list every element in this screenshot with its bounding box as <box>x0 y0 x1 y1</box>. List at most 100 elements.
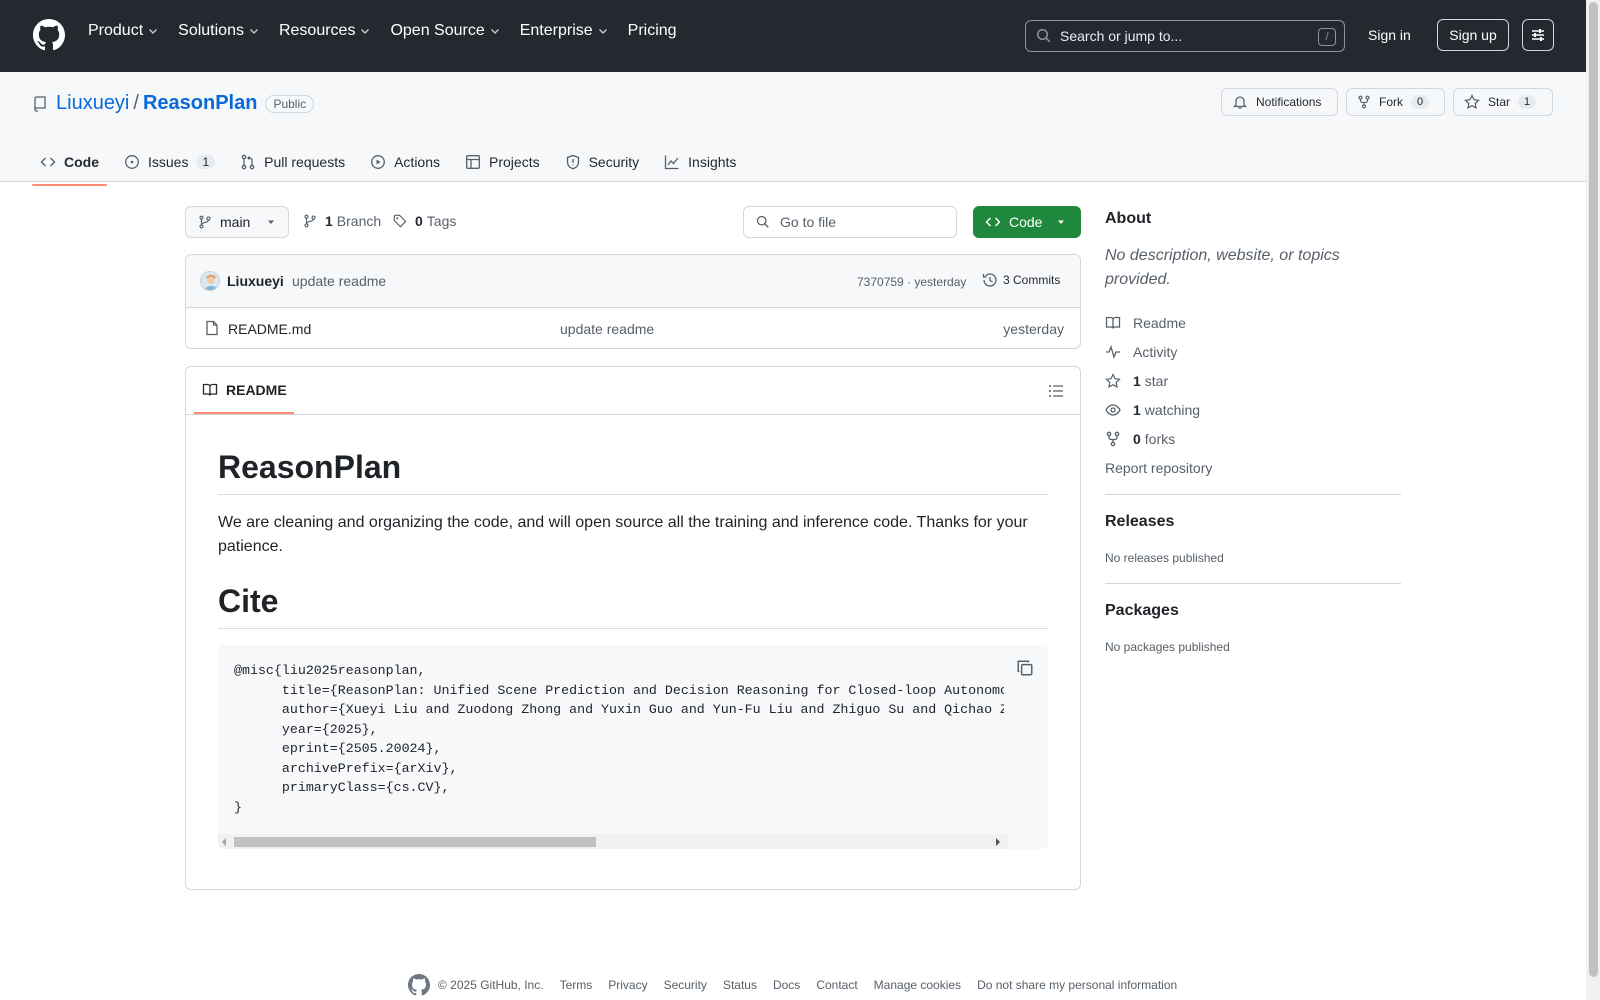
report-repository-link[interactable]: Report repository <box>1105 460 1401 476</box>
code-dropdown-button[interactable]: Code <box>973 206 1081 238</box>
eye-icon <box>1105 404 1121 416</box>
main-content: main 1 Branch 0 Tags Go to file Code Liu… <box>185 200 1081 890</box>
github-logo-icon[interactable] <box>33 19 65 51</box>
footer-copyright: © 2025 GitHub, Inc. <box>438 978 544 992</box>
repo-name-link[interactable]: ReasonPlan <box>143 92 257 115</box>
readme-paragraph: We are cleaning and organizing the code,… <box>218 514 1028 555</box>
commits-label: 3 Commits <box>1003 273 1061 287</box>
tab-label: Security <box>588 154 640 170</box>
list-icon[interactable] <box>1048 383 1064 399</box>
tab-insights[interactable]: Insights <box>656 142 744 182</box>
nav-product[interactable]: Product <box>88 22 159 40</box>
footer-link-contact[interactable]: Contact <box>816 978 857 992</box>
nav-open-source[interactable]: Open Source <box>390 22 500 40</box>
scroll-right-arrow[interactable] <box>996 838 1000 846</box>
go-to-file-placeholder: Go to file <box>780 214 837 230</box>
pulse-icon <box>1106 345 1120 359</box>
commit-hash-time[interactable]: 7370759 · yesterday <box>857 275 966 289</box>
releases-text: No releases published <box>1105 551 1224 565</box>
tag-count: 0 <box>415 213 423 229</box>
page-scrollbar[interactable] <box>1586 0 1600 1000</box>
visibility-badge: Public <box>265 94 315 113</box>
bell-icon <box>1232 96 1248 109</box>
nav-resources[interactable]: Resources <box>279 22 371 40</box>
file-list: Liuxueyi update readme 7370759 · yesterd… <box>185 254 1081 349</box>
repo-owner-link[interactable]: Liuxueyi <box>56 92 129 115</box>
readme-link[interactable]: Readme <box>1105 314 1401 332</box>
code-block: @misc{liu2025reasonplan, title={ReasonPl… <box>218 645 1048 849</box>
scrollbar-thumb[interactable] <box>1589 2 1598 977</box>
activity-link[interactable]: Activity <box>1105 343 1401 361</box>
footer-link-security[interactable]: Security <box>664 978 707 992</box>
copy-icon[interactable] <box>1016 659 1034 677</box>
sign-in-link[interactable]: Sign in <box>1368 27 1411 43</box>
issue-icon <box>125 155 139 169</box>
footer-link-manage-cookies[interactable]: Manage cookies <box>874 978 961 992</box>
settings-menu-button[interactable] <box>1522 19 1554 51</box>
readme-header: README <box>186 367 1080 415</box>
pull-request-icon <box>241 154 255 170</box>
code-scrollbar[interactable] <box>218 834 1008 849</box>
tab-issues[interactable]: Issues 1 <box>116 142 223 182</box>
commit-message[interactable]: update readme <box>292 273 386 289</box>
branch-selector[interactable]: main <box>185 206 289 238</box>
nav-pricing[interactable]: Pricing <box>628 22 677 40</box>
chevron-down-icon <box>149 29 158 34</box>
list-item: README.md update readme yesterday <box>186 308 1080 348</box>
star-icon <box>1464 94 1480 110</box>
activity-link-label: Activity <box>1133 344 1178 360</box>
code-icon <box>985 217 1001 227</box>
nav-enterprise[interactable]: Enterprise <box>520 22 609 40</box>
branch-name: main <box>220 214 251 230</box>
star-button[interactable]: Star 1 <box>1453 88 1553 116</box>
tags-link[interactable]: 0 Tags <box>393 213 456 229</box>
tab-label: Actions <box>394 154 441 170</box>
stars-link[interactable]: 1 star <box>1105 372 1401 390</box>
packages-heading[interactable]: Packages <box>1105 602 1401 620</box>
branch-icon <box>304 214 316 228</box>
readme-body: ReasonPlan We are cleaning and organizin… <box>186 449 1080 849</box>
divider <box>1105 583 1401 584</box>
search-placeholder: Search or jump to... <box>1060 28 1183 44</box>
tab-pull-requests[interactable]: Pull requests <box>232 142 353 182</box>
file-name[interactable]: README.md <box>228 321 311 337</box>
history-icon <box>982 273 997 287</box>
footer-link-privacy[interactable]: Privacy <box>608 978 647 992</box>
footer-link-status[interactable]: Status <box>723 978 757 992</box>
watching-link[interactable]: 1 watching <box>1105 401 1401 419</box>
forks-label: forks <box>1144 431 1176 447</box>
branches-link[interactable]: 1 Branch <box>303 213 381 229</box>
forks-link[interactable]: 0 forks <box>1105 430 1401 448</box>
nav-solutions[interactable]: Solutions <box>178 22 260 40</box>
sign-up-button[interactable]: Sign up <box>1437 19 1509 51</box>
table-icon <box>466 155 480 169</box>
search-input[interactable]: Search or jump to... / <box>1025 20 1345 52</box>
footer-link-do-not-share[interactable]: Do not share my personal information <box>977 978 1177 992</box>
file-commit-message[interactable]: update readme <box>560 321 654 337</box>
tab-security[interactable]: Security <box>557 142 648 182</box>
releases-heading[interactable]: Releases <box>1105 513 1401 531</box>
notifications-button[interactable]: Notifications <box>1221 88 1338 116</box>
caret-down-icon <box>268 220 275 224</box>
latest-commit: Liuxueyi update readme 7370759 · yesterd… <box>186 255 1080 308</box>
sliders-icon <box>1532 29 1544 41</box>
footer-link-terms[interactable]: Terms <box>560 978 593 992</box>
tab-projects[interactable]: Projects <box>457 142 548 182</box>
tab-code[interactable]: Code <box>32 142 107 186</box>
commit-author[interactable]: Liuxueyi <box>227 273 284 289</box>
scroll-left-arrow[interactable] <box>222 838 226 846</box>
top-nav: Product Solutions Resources Open Source … <box>88 22 696 40</box>
notifications-label: Notifications <box>1256 95 1322 109</box>
code-scrollbar-thumb[interactable] <box>234 837 596 847</box>
avatar[interactable] <box>200 271 220 291</box>
about-sidebar: About No description, website, or topics… <box>1105 210 1401 654</box>
readme-tab[interactable]: README <box>194 382 294 414</box>
github-logo-icon[interactable] <box>408 974 430 996</box>
tab-actions[interactable]: Actions <box>362 142 448 182</box>
chevron-down-icon <box>598 29 607 34</box>
commits-link[interactable]: 3 Commits <box>982 272 1060 288</box>
repo-title: Liuxueyi / ReasonPlan Public <box>32 92 315 115</box>
go-to-file-input[interactable]: Go to file <box>743 206 957 238</box>
footer-link-docs[interactable]: Docs <box>773 978 800 992</box>
fork-button[interactable]: Fork 0 <box>1346 88 1445 116</box>
